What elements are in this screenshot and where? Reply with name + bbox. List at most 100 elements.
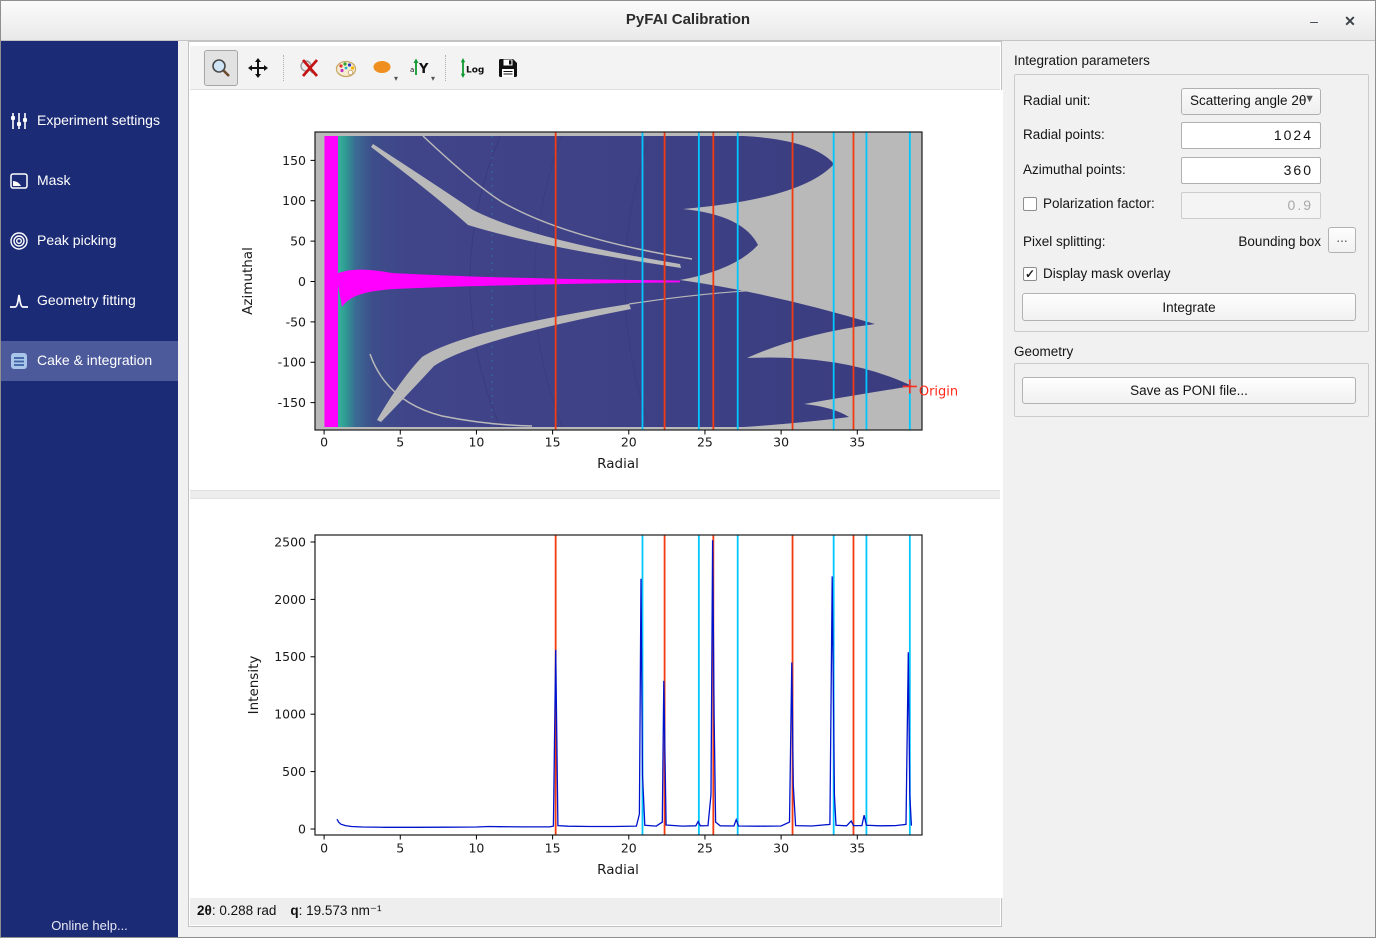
cursor-status-bar: 2θ: 0.288 radq: 19.573 nm⁻¹	[190, 895, 1000, 925]
svg-text:35: 35	[849, 435, 865, 450]
svg-text:150: 150	[282, 153, 306, 168]
sliders-icon	[9, 111, 29, 131]
svg-text:15: 15	[545, 841, 561, 856]
clear-zoom-button[interactable]	[292, 50, 326, 86]
magnifier-icon	[209, 56, 233, 80]
svg-text:a: a	[410, 66, 414, 74]
svg-text:-50: -50	[286, 314, 306, 329]
svg-text:15: 15	[545, 435, 561, 450]
mask-tool-button[interactable]: ▾	[366, 50, 400, 86]
svg-text:5: 5	[396, 841, 404, 856]
sidebar-item-label: Peak picking	[37, 232, 116, 248]
svg-text:2000: 2000	[274, 592, 306, 607]
polarization-checkbox[interactable]	[1023, 197, 1037, 211]
svg-text:Origin: Origin	[919, 384, 958, 399]
pan-mode-button[interactable]	[241, 50, 275, 86]
log-scale-button[interactable]: Log	[454, 50, 488, 86]
radial-points-label: Radial points:	[1023, 127, 1105, 142]
svg-text:Azimuthal: Azimuthal	[240, 247, 256, 315]
svg-text:20: 20	[621, 841, 637, 856]
tth-label: 2θ	[197, 903, 212, 918]
radial-unit-value: Scattering angle 2θ	[1190, 93, 1306, 108]
title-bar: PyFAI Calibration – ✕	[1, 1, 1375, 41]
plot-panel: ▾ a Y ▾ Log	[188, 41, 1002, 927]
plot-splitter[interactable]	[190, 490, 1000, 499]
radial-unit-label: Radial unit:	[1023, 93, 1091, 108]
pixel-splitting-options-button[interactable]: ...	[1328, 227, 1356, 253]
integration-parameters-title: Integration parameters	[1014, 53, 1150, 68]
polarization-label: Polarization factor:	[1043, 196, 1155, 211]
polarization-input: 0.9	[1181, 192, 1321, 219]
window-title: PyFAI Calibration	[1, 11, 1375, 28]
peak-curve-icon	[9, 291, 29, 311]
cake-list-icon	[9, 351, 29, 371]
svg-text:35: 35	[849, 841, 865, 856]
dropdown-arrow-icon: ▾	[431, 74, 435, 83]
tth-value: : 0.288 rad	[212, 903, 277, 918]
q-value: : 19.573 nm⁻¹	[299, 903, 382, 918]
svg-text:0: 0	[298, 274, 306, 289]
toolbar-separator	[283, 55, 284, 81]
svg-text:10: 10	[468, 841, 484, 856]
sidebar-item-label: Cake & integration	[37, 352, 152, 368]
sidebar-item-geometry-fitting[interactable]: Geometry fitting	[1, 281, 178, 321]
plot-toolbar: ▾ a Y ▾ Log	[190, 46, 1000, 90]
pixel-splitting-value: Bounding box	[1181, 234, 1321, 249]
integrate-button[interactable]: Integrate	[1022, 293, 1356, 321]
y-axis-icon: a Y	[408, 56, 432, 80]
clear-zoom-icon	[297, 56, 321, 80]
y-axis-scale-button[interactable]: a Y ▾	[403, 50, 437, 86]
floppy-save-icon	[496, 56, 520, 80]
sidebar-item-peak-picking[interactable]: Peak picking	[1, 221, 178, 261]
toolbar-separator	[445, 55, 446, 81]
cake-image	[315, 132, 922, 430]
svg-text:25: 25	[697, 435, 713, 450]
figure-background	[189, 492, 1003, 898]
close-button[interactable]: ✕	[1337, 9, 1363, 33]
display-mask-label: Display mask overlay	[1043, 266, 1171, 281]
colormap-button[interactable]	[329, 50, 363, 86]
cake-plot-canvas[interactable]: 05101520253035-150-100-50050100150Radial…	[189, 90, 1003, 492]
app-window: PyFAI Calibration – ✕ Experiment setting…	[0, 0, 1376, 938]
pixel-splitting-label: Pixel splitting:	[1023, 234, 1106, 249]
display-mask-checkbox[interactable]: ✓	[1023, 267, 1037, 281]
azimuthal-points-input[interactable]: 360	[1181, 157, 1321, 184]
svg-text:30: 30	[773, 841, 789, 856]
svg-text:Radial: Radial	[597, 862, 639, 878]
svg-text:0: 0	[320, 841, 328, 856]
geometry-title: Geometry	[1014, 344, 1073, 359]
mask-ellipse-icon	[371, 56, 395, 80]
radial-unit-select[interactable]: Scattering angle 2θ ▼	[1181, 88, 1321, 115]
svg-text:25: 25	[697, 841, 713, 856]
save-button[interactable]	[491, 50, 525, 86]
svg-text:Intensity: Intensity	[246, 656, 262, 715]
zoom-mode-button[interactable]	[204, 50, 238, 86]
radial-points-input[interactable]: 1024	[1181, 122, 1321, 149]
sidebar-item-label: Mask	[37, 172, 70, 188]
minimize-button[interactable]: –	[1301, 9, 1327, 33]
svg-text:50: 50	[290, 234, 306, 249]
concentric-rings-icon	[9, 231, 29, 251]
svg-text:2500: 2500	[274, 534, 306, 549]
svg-text:0: 0	[298, 821, 306, 836]
sidebar-item-label: Geometry fitting	[37, 292, 136, 308]
sidebar-item-mask[interactable]: Mask	[1, 161, 178, 201]
svg-text:0: 0	[320, 435, 328, 450]
dropdown-arrow-icon: ▾	[394, 74, 398, 83]
online-help-link[interactable]: Online help...	[1, 918, 178, 933]
sidebar-item-experiment-settings[interactable]: Experiment settings	[1, 101, 178, 141]
save-poni-button[interactable]: Save as PONI file...	[1022, 377, 1356, 404]
log-scale-icon: Log	[458, 56, 484, 80]
svg-text:5: 5	[396, 435, 404, 450]
svg-text:100: 100	[282, 193, 306, 208]
svg-text:500: 500	[282, 764, 306, 779]
palette-icon	[334, 56, 358, 80]
geometry-group: Save as PONI file...	[1014, 363, 1369, 417]
sidebar-item-cake-integration[interactable]: Cake & integration	[1, 341, 178, 381]
mask-image-icon	[9, 171, 29, 191]
svg-text:1500: 1500	[274, 649, 306, 664]
integration-parameters-group: Radial unit: Scattering angle 2θ ▼ Radia…	[1014, 74, 1369, 332]
azimuthal-points-label: Azimuthal points:	[1023, 162, 1126, 177]
integration-plot-canvas[interactable]: 0510152025303505001000150020002500Radial…	[189, 492, 1003, 898]
svg-text:20: 20	[621, 435, 637, 450]
